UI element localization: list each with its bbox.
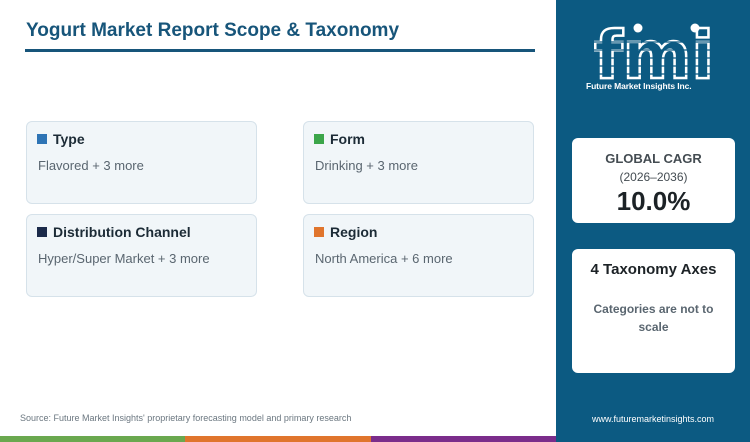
sidebar: fmi Future Market Insights Inc. GLOBAL C… [556, 0, 750, 442]
cagr-label: GLOBAL CAGR [605, 151, 702, 166]
cagr-period: (2026–2036) [619, 170, 688, 184]
card-label: Type [53, 131, 85, 147]
card-header: Type [37, 131, 85, 147]
bottom-bar-green [0, 436, 186, 442]
logo-dot-left [633, 23, 643, 33]
page-title: Yogurt Market Report Scope & Taxonomy [26, 20, 400, 41]
card-label: Region [330, 224, 378, 240]
card-label: Distribution Channel [53, 224, 191, 240]
source-note: Source: Future Market Insights' propriet… [20, 413, 352, 423]
taxonomy-card-type: Type Flavored + 3 more [26, 121, 257, 204]
distribution-color-swatch [37, 227, 47, 237]
taxonomy-card-distribution-channel: Distribution Channel Hyper/Super Market … [26, 214, 257, 297]
card-summary: Flavored + 3 more [38, 158, 144, 173]
card-header: Region [314, 224, 377, 240]
website-link[interactable]: www.futuremarketinsights.com [556, 414, 750, 424]
bottom-bar-purple [370, 436, 556, 442]
type-color-swatch [37, 134, 47, 144]
taxonomy-axes-title: 4 Taxonomy Axes [590, 261, 717, 278]
bottom-bar-orange [185, 436, 371, 442]
logo-dot-right [690, 23, 700, 33]
form-color-swatch [314, 134, 324, 144]
cagr-box: GLOBAL CAGR (2026–2036) 10.0% [572, 138, 735, 223]
taxonomy-card-region: Region North America + 6 more [303, 214, 534, 297]
report-panel: Yogurt Market Report Scope & Taxonomy Ty… [0, 0, 556, 436]
taxonomy-axes-note: Categories are not to scale [593, 302, 714, 334]
card-summary: North America + 6 more [315, 251, 453, 266]
card-label: Form [330, 131, 365, 147]
card-header: Distribution Channel [37, 224, 191, 240]
cagr-value: 10.0% [616, 186, 691, 216]
card-header: Form [314, 131, 365, 147]
title-underline [25, 49, 535, 52]
region-color-swatch [314, 227, 324, 237]
card-summary: Hyper/Super Market + 3 more [38, 251, 210, 266]
taxonomy-card-form: Form Drinking + 3 more [303, 121, 534, 204]
card-summary: Drinking + 3 more [315, 158, 418, 173]
bottom-color-bar [0, 436, 556, 442]
taxonomy-axes-box: 4 Taxonomy Axes Categories are not to sc… [572, 249, 735, 373]
logo-subtitle: Future Market Insights Inc. [586, 81, 692, 91]
